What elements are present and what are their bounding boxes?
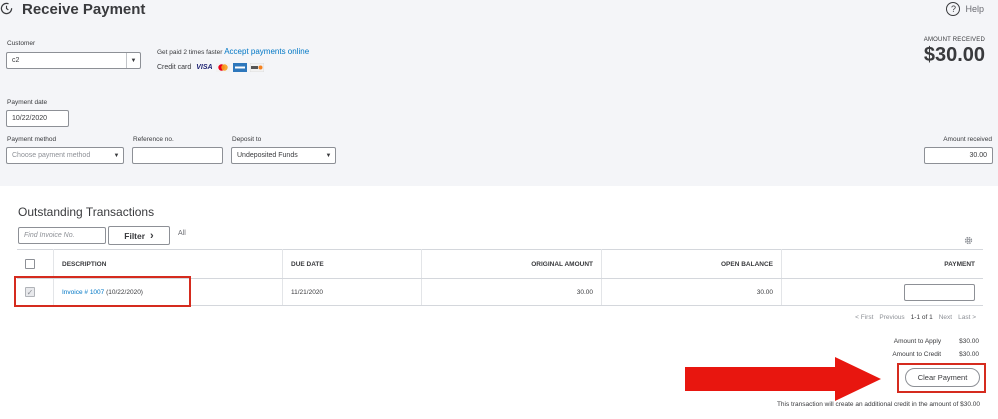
chevron-down-icon[interactable]: ▼ — [322, 148, 335, 163]
filter-label: Filter — [124, 230, 146, 241]
reference-field[interactable] — [132, 147, 223, 164]
accept-payments-link[interactable]: Accept payments online — [224, 47, 309, 56]
amount-received-label: AMOUNT RECEIVED — [923, 37, 985, 43]
deposit-to-value: Undeposited Funds — [237, 152, 298, 159]
customer-select[interactable]: c2 ▼ — [6, 52, 141, 69]
col-open-balance[interactable]: OPEN BALANCE — [601, 249, 782, 279]
credit-note: This transaction will create an addition… — [776, 401, 980, 408]
payment-date-value: 10/22/2020 — [12, 115, 48, 122]
help-button[interactable]: ? Help — [946, 2, 984, 16]
select-all-header — [17, 249, 54, 279]
customer-label: Customer — [7, 40, 36, 47]
payment-method-placeholder: Choose payment method — [12, 152, 91, 159]
amount-to-apply-row: Amount to Apply $30.00 — [894, 338, 979, 345]
pager-next[interactable]: Next — [939, 314, 952, 321]
amount-to-apply-value: $30.00 — [959, 338, 979, 345]
amount-received-total: $30.00 — [923, 44, 985, 66]
history-icon[interactable] — [0, 2, 13, 15]
col-due-date[interactable]: DUE DATE — [282, 249, 422, 279]
pagination: < First Previous 1-1 of 1 Next Last > — [855, 314, 976, 321]
payment-method-label: Payment method — [7, 136, 57, 143]
filter-all-label: All — [178, 230, 186, 237]
find-invoice-input[interactable]: Find Invoice No. — [18, 227, 106, 244]
amount-to-credit-label: Amount to Credit — [892, 351, 942, 358]
invoice-highlight-box — [14, 276, 191, 307]
amount-received-input-value: 30.00 — [969, 152, 987, 159]
customer-value: c2 — [12, 57, 20, 64]
row-payment-cell — [781, 278, 983, 306]
amount-to-credit-row: Amount to Credit $30.00 — [892, 351, 979, 358]
promo-text: Get paid 2 times faster — [157, 49, 223, 56]
amount-to-apply-label: Amount to Apply — [893, 338, 942, 345]
amount-to-credit-value: $30.00 — [959, 351, 979, 358]
mastercard-icon — [215, 63, 230, 72]
clear-payment-button[interactable]: Clear Payment — [905, 368, 980, 387]
chevron-down-icon[interactable]: ▼ — [110, 148, 123, 163]
deposit-to-label: Deposit to — [232, 136, 262, 143]
payment-method-select[interactable]: Choose payment method ▼ — [6, 147, 124, 164]
help-icon: ? — [946, 2, 961, 16]
amount-received-input[interactable]: 30.00 — [924, 147, 993, 164]
chevron-down-icon[interactable]: ▼ — [126, 53, 140, 68]
payment-date-label: Payment date — [7, 99, 48, 106]
credit-card-row: Credit card VISA — [157, 63, 264, 72]
payment-date-field[interactable]: 10/22/2020 — [6, 110, 69, 127]
pager-range: 1-1 of 1 — [910, 314, 933, 321]
filter-chevron-icon: › — [150, 229, 154, 242]
pager-previous[interactable]: Previous — [879, 314, 904, 321]
pager-last[interactable]: Last > — [958, 314, 976, 321]
deposit-to-select[interactable]: Undeposited Funds ▼ — [231, 147, 336, 164]
promo-line: Get paid 2 times faster Accept payments … — [157, 47, 309, 56]
page-title: Receive Payment — [22, 1, 146, 18]
amount-received-field-label: Amount received — [943, 136, 992, 143]
reference-label: Reference no. — [133, 136, 174, 143]
red-arrow-icon — [685, 357, 881, 401]
row-due-date: 11/21/2020 — [282, 278, 422, 306]
amex-icon — [232, 63, 247, 72]
visa-icon: VISA — [196, 64, 213, 71]
pager-first[interactable]: < First — [855, 314, 873, 321]
col-payment: PAYMENT — [781, 249, 983, 279]
discover-icon — [249, 63, 264, 72]
help-label: Help — [965, 4, 984, 14]
gear-icon[interactable] — [963, 235, 974, 246]
row-original-amount: 30.00 — [421, 278, 602, 306]
col-description[interactable]: DESCRIPTION — [53, 249, 283, 279]
credit-card-label: Credit card — [157, 64, 192, 71]
row-open-balance: 30.00 — [601, 278, 782, 306]
find-invoice-placeholder: Find Invoice No. — [24, 232, 75, 239]
table-header-row: DESCRIPTION DUE DATE ORIGINAL AMOUNT OPE… — [17, 249, 983, 279]
col-original-amount[interactable]: ORIGINAL AMOUNT — [421, 249, 602, 279]
filter-button[interactable]: Filter › — [108, 226, 170, 245]
payment-input[interactable] — [904, 283, 975, 301]
select-all-checkbox[interactable] — [25, 259, 35, 269]
outstanding-title: Outstanding Transactions — [18, 205, 155, 219]
